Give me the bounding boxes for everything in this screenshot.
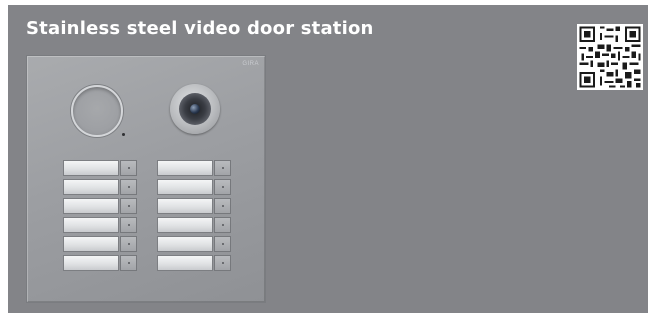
- camera-lens: [190, 104, 200, 114]
- bell-row: [63, 217, 137, 233]
- bell-button[interactable]: [120, 160, 137, 176]
- name-label: [157, 255, 213, 271]
- name-label: [63, 236, 119, 252]
- bell-row: [157, 179, 231, 195]
- product-card: Stainless steel video door station GIRA: [8, 5, 648, 313]
- name-label: [157, 160, 213, 176]
- bell-button[interactable]: [214, 160, 231, 176]
- camera-housing: [179, 93, 211, 125]
- name-label: [63, 179, 119, 195]
- bell-row: [63, 160, 137, 176]
- bell-row: [157, 236, 231, 252]
- bell-column-right: [157, 160, 231, 274]
- brand-mark: GIRA: [242, 61, 259, 67]
- bell-button[interactable]: [120, 217, 137, 233]
- name-label: [63, 198, 119, 214]
- bell-button[interactable]: [120, 255, 137, 271]
- bell-row: [157, 255, 231, 271]
- bell-row: [63, 198, 137, 214]
- microphone-icon: [71, 85, 123, 137]
- bell-button[interactable]: [120, 236, 137, 252]
- bell-row: [63, 255, 137, 271]
- name-label: [157, 217, 213, 233]
- name-label: [157, 179, 213, 195]
- bell-row: [63, 236, 137, 252]
- bell-row: [157, 217, 231, 233]
- bell-button[interactable]: [214, 179, 231, 195]
- door-station-panel: GIRA: [26, 55, 266, 303]
- name-label: [157, 198, 213, 214]
- name-label: [63, 160, 119, 176]
- qr-code-icon[interactable]: [577, 24, 643, 90]
- bell-button[interactable]: [120, 198, 137, 214]
- camera-lens-icon: [170, 84, 220, 134]
- bell-row: [157, 160, 231, 176]
- microphone-hole: [122, 133, 125, 136]
- bell-button[interactable]: [214, 236, 231, 252]
- bell-button[interactable]: [214, 217, 231, 233]
- bell-column-left: [63, 160, 137, 274]
- bell-button[interactable]: [214, 255, 231, 271]
- name-label: [157, 236, 213, 252]
- bell-button[interactable]: [214, 198, 231, 214]
- bell-row: [157, 198, 231, 214]
- name-label: [63, 255, 119, 271]
- bell-row: [63, 179, 137, 195]
- bell-button[interactable]: [120, 179, 137, 195]
- page-title: Stainless steel video door station: [26, 18, 374, 39]
- name-label: [63, 217, 119, 233]
